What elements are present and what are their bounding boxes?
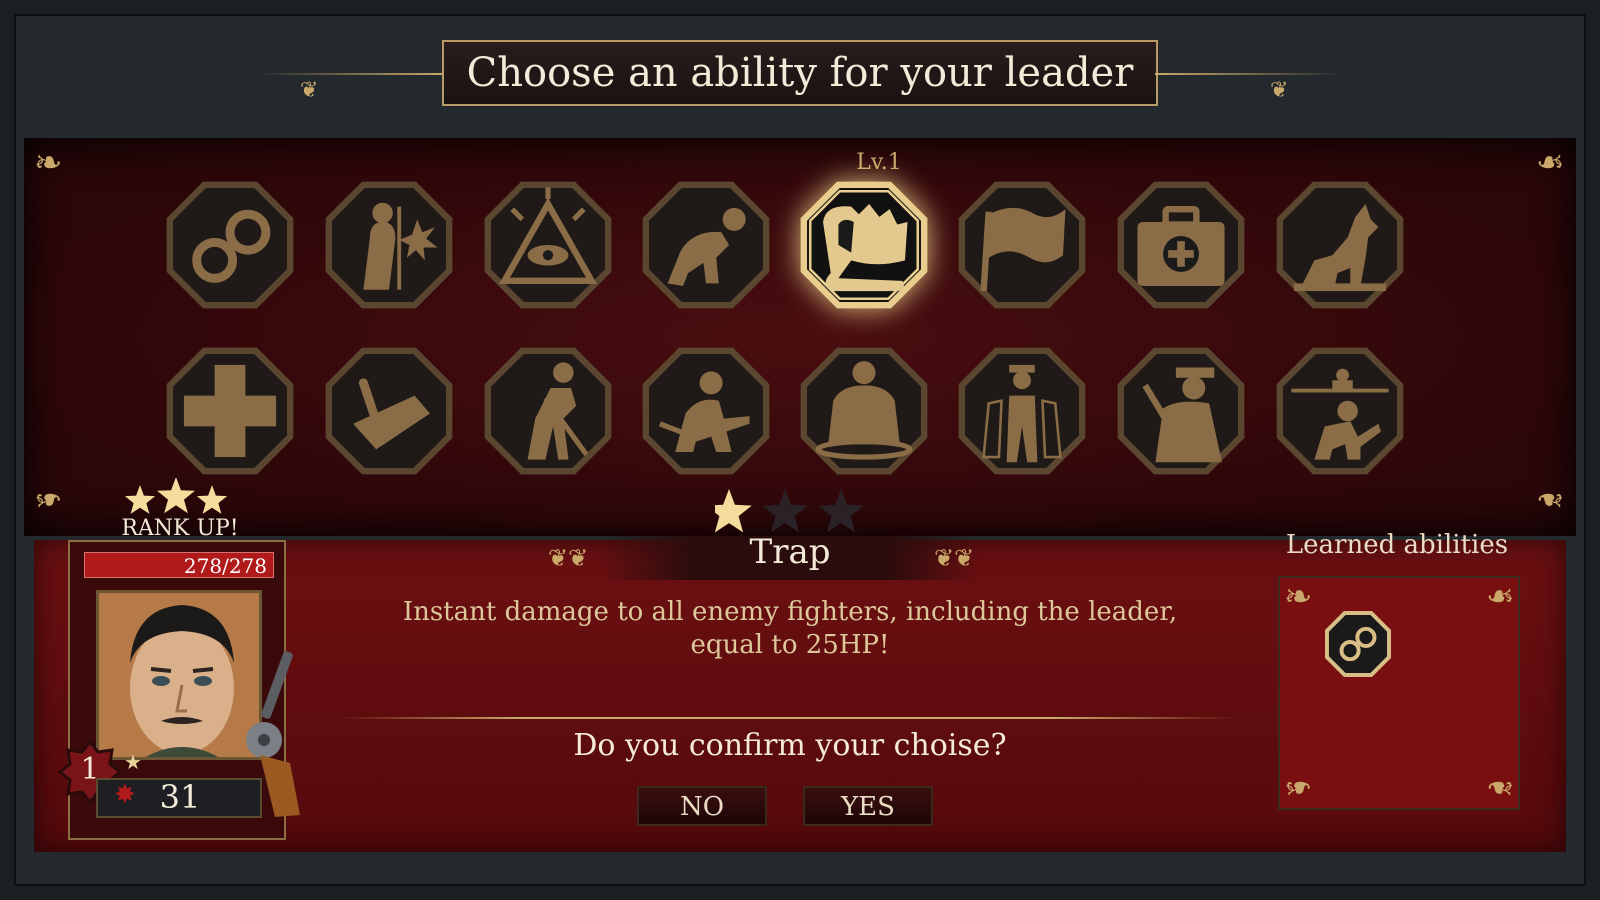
flag-icon: [958, 181, 1086, 309]
ability-strongman[interactable]: [800, 347, 928, 475]
yes-button[interactable]: YES: [803, 786, 933, 826]
flourish-left-icon: ❦❦: [548, 544, 589, 572]
confirm-question: Do you confirm your choise?: [573, 728, 1007, 763]
howling-wolf-icon: [1276, 181, 1404, 309]
ability-handcuffs[interactable]: [166, 181, 294, 309]
gangster-tommy-gun-icon: [1117, 347, 1245, 475]
rank-star-icon: [196, 485, 228, 514]
abilities-grid: [0, 0, 1600, 520]
ability-bear-trap[interactable]: [800, 181, 928, 309]
star-empty-icon: [762, 489, 808, 533]
star-empty-icon: [818, 489, 864, 533]
crouching-shooter-icon: [642, 347, 770, 475]
trowel-icon: [325, 347, 453, 475]
kneeling-man-icon: [642, 181, 770, 309]
corner-ornament-icon: ❧: [1485, 577, 1515, 617]
ability-digging-man[interactable]: [484, 347, 612, 475]
ability-description: Instant damage to all enemy fighters, in…: [402, 597, 1178, 660]
medical-cross-icon: [166, 347, 294, 475]
ability-howling-wolf[interactable]: [1276, 181, 1404, 309]
rank-stars: [125, 478, 228, 514]
level-star-icon: ★: [124, 750, 142, 774]
ability-stars: [715, 489, 864, 533]
ability-gangster-tommy-gun[interactable]: [1117, 347, 1245, 475]
ability-flag[interactable]: [958, 181, 1086, 309]
strongman-icon: [800, 347, 928, 475]
handcuffs-icon: [1325, 611, 1391, 677]
ability-crouching-shooter[interactable]: [642, 347, 770, 475]
details-divider: [340, 717, 1236, 719]
explosion-man-icon: [325, 181, 453, 309]
mobster-group-icon: [958, 347, 1086, 475]
soldiers-icon: [1276, 347, 1404, 475]
ability-medkit[interactable]: [1117, 181, 1245, 309]
all-seeing-eye-icon: [484, 181, 612, 309]
star-filled-icon: [715, 489, 752, 533]
ability-soldiers[interactable]: [1276, 347, 1404, 475]
rank-star-icon: [125, 485, 156, 514]
rank-star-icon: [157, 478, 195, 514]
ability-title: Trap: [749, 532, 831, 572]
learned-abilities-box: ❧ ❧ ❧ ❧: [1278, 576, 1520, 810]
ability-kneeling-man[interactable]: [642, 181, 770, 309]
corner-ornament-icon: ❧: [1485, 767, 1515, 807]
bear-trap-icon: [800, 181, 928, 309]
power-burst-icon: ✸: [114, 780, 136, 810]
learned-abilities-label: Learned abilities: [1285, 530, 1509, 560]
corner-ornament-icon: ❧: [1284, 767, 1313, 807]
hp-value: 278/278: [183, 554, 267, 578]
ability-explosion-man[interactable]: [325, 181, 453, 309]
ability-medical-cross[interactable]: [166, 347, 294, 475]
ability-mobster-group[interactable]: [958, 347, 1086, 475]
corner-ornament-icon: ❧: [1284, 577, 1313, 617]
rank-up-label: RANK UP!: [121, 516, 239, 541]
medkit-icon: [1117, 181, 1245, 309]
ability-all-seeing-eye[interactable]: [484, 181, 612, 309]
hp-bar: 278/278: [84, 552, 274, 578]
ability-trowel[interactable]: [325, 347, 453, 475]
no-button[interactable]: NO: [637, 786, 767, 826]
learned-handcuffs-ability[interactable]: [1325, 611, 1391, 677]
digging-man-icon: [484, 347, 612, 475]
leader-power: 31: [159, 778, 201, 816]
handcuffs-icon: [166, 181, 294, 309]
